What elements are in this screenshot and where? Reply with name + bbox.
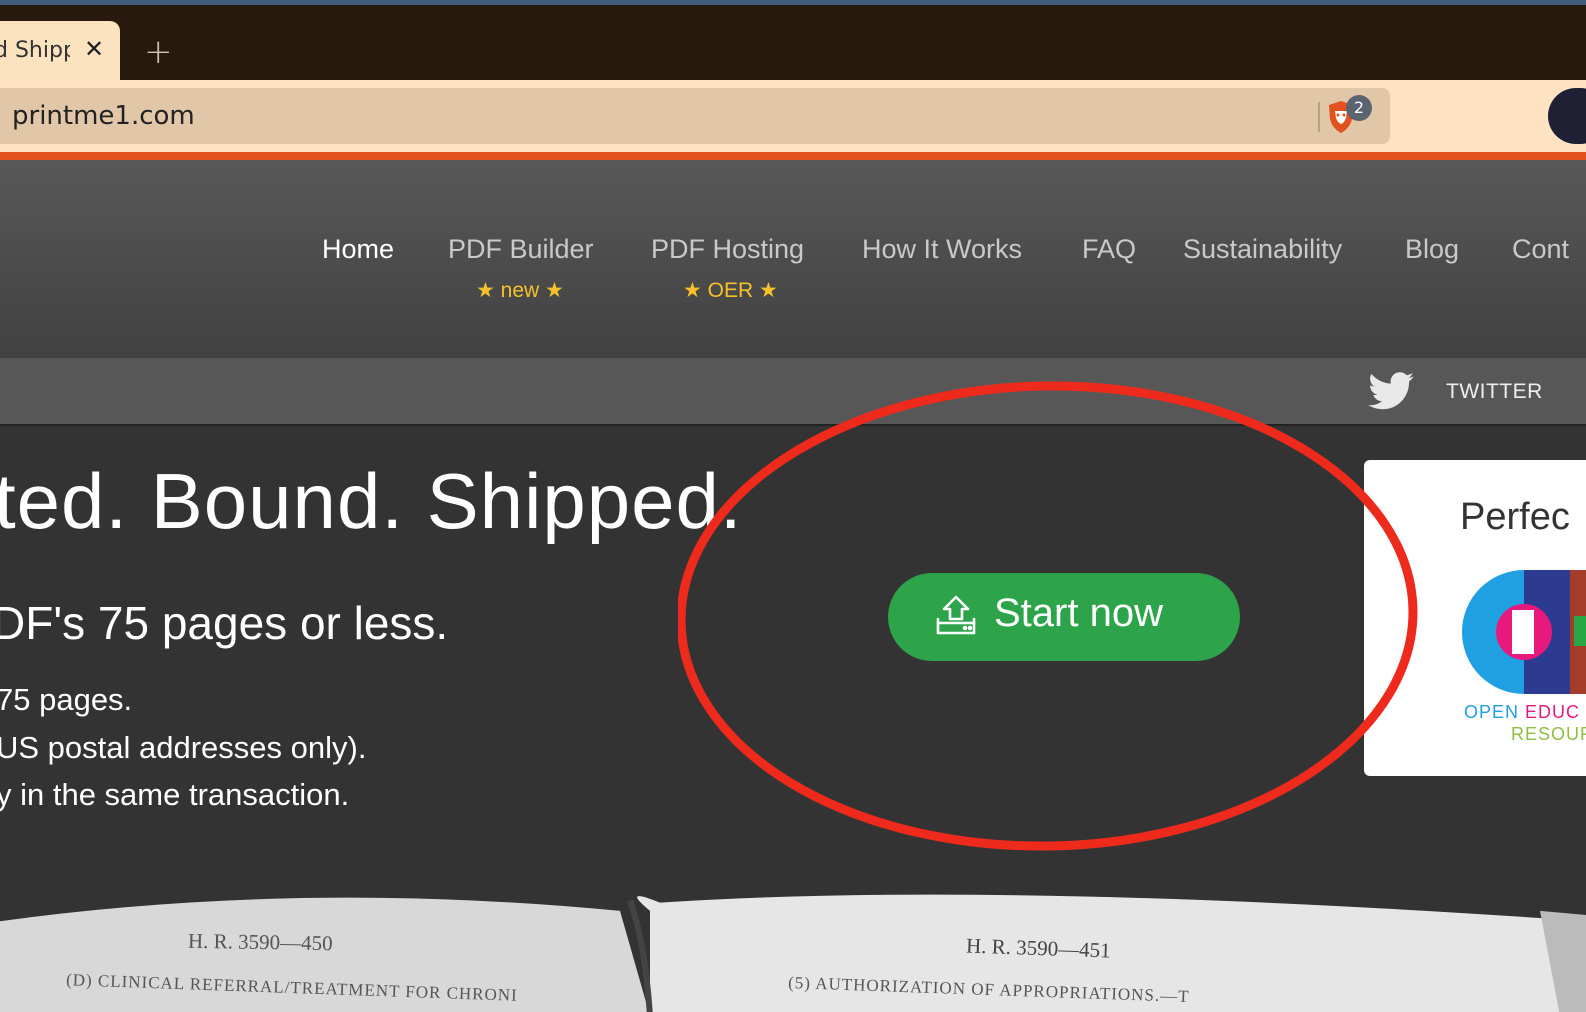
nav-pdf-hosting[interactable]: PDF Hosting [651,234,804,265]
nav-pdf-hosting-badge: ★ OER ★ [683,278,778,303]
nav-how-it-works[interactable]: How It Works [862,234,1022,265]
star-icon: ★ [683,279,702,302]
nav-contact[interactable]: Cont [1512,234,1569,265]
shield-count-badge: 2 [1346,95,1372,121]
screenshot-root: d Shipp ✕ + printme1.com 2 Home PDF Buil… [0,0,1586,1012]
oer-logo-text: OPEN EDUC [1464,702,1580,723]
hero-detail-line: US postal addresses only). [0,730,367,765]
tab-close-icon[interactable]: ✕ [84,37,104,61]
url-divider [1318,102,1320,132]
book-left-header: H. R. 3590—450 [187,928,333,956]
nav-faq[interactable]: FAQ [1082,234,1136,265]
book-right-header: H. R. 3590—451 [965,933,1112,963]
browser-toolbar: printme1.com 2 [0,80,1586,152]
oer-card-title: Perfec [1460,496,1570,538]
social-bar: TWITTER [0,358,1586,426]
start-now-button[interactable]: Start now [888,573,1240,661]
hero-detail-line: 75 pages. [0,682,133,717]
url-text[interactable]: printme1.com [12,101,195,131]
hero-subtitle: DF's 75 pages or less. [0,597,449,649]
twitter-icon[interactable] [1368,372,1414,410]
start-now-label: Start now [994,591,1163,635]
star-icon: ★ [545,279,564,302]
upload-icon [936,595,976,635]
address-bar[interactable]: printme1.com 2 [0,88,1390,144]
tab-title: d Shipp [0,38,70,63]
nav-pdf-builder-badge: ★ new ★ [476,278,564,303]
oer-logo-icon [1462,570,1586,694]
oer-card[interactable]: Perfec OPEN EDUC RESOUR [1364,460,1586,776]
nav-sustainability[interactable]: Sustainability [1183,234,1342,265]
new-tab-button[interactable]: + [144,35,173,69]
nav-pdf-builder[interactable]: PDF Builder [448,234,594,265]
accent-bar [0,152,1586,160]
oer-text-educ: EDUC [1525,702,1581,722]
badge-label: OER [707,279,754,302]
oer-text-resour: RESOUR [1511,724,1586,744]
hero-detail-line: y in the same transaction. [0,777,350,812]
nav-blog[interactable]: Blog [1405,234,1459,265]
browser-tab-strip: d Shipp ✕ + [0,0,1586,85]
oer-text-open: OPEN [1464,702,1526,722]
site-navigation: Home PDF Builder ★ new ★ PDF Hosting ★ O… [0,160,1586,358]
browser-tab[interactable]: d Shipp ✕ [0,21,120,85]
star-icon: ★ [476,279,495,302]
nav-home[interactable]: Home [322,234,394,265]
hero-title: ted. Bound. Shipped. [0,457,743,545]
star-icon: ★ [759,279,778,302]
twitter-link[interactable]: TWITTER [1446,380,1543,404]
profile-button[interactable] [1548,88,1586,144]
badge-label: new [500,279,540,302]
